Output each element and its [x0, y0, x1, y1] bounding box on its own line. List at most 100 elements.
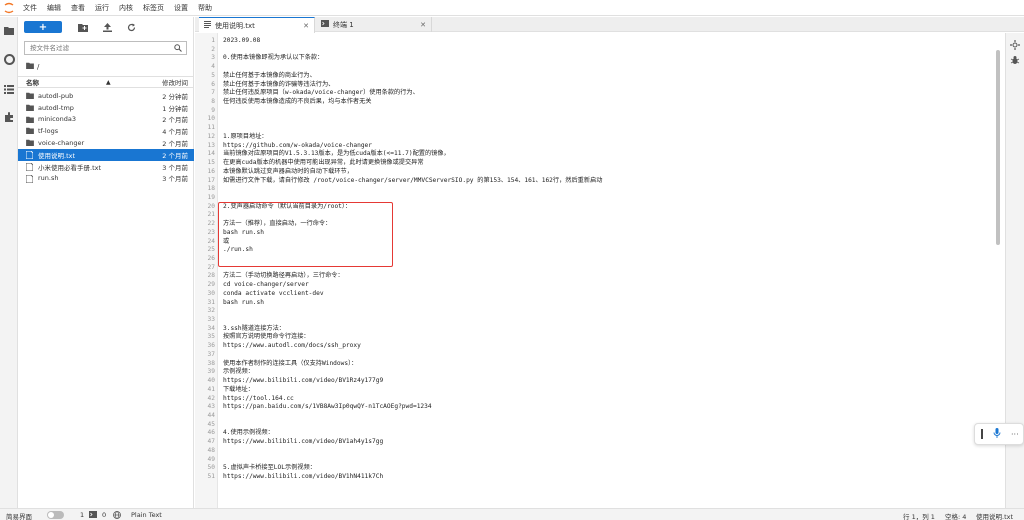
line-number: 26	[207, 255, 215, 262]
terminal-count[interactable]: 1	[80, 511, 84, 519]
sort-arrow-icon[interactable]: ▲	[106, 79, 111, 86]
tab-usage-txt[interactable]: 使用说明.txt ✕	[199, 17, 315, 33]
file-row-miniconda3[interactable]: miniconda3 2 个月前	[18, 114, 194, 126]
refresh-icon[interactable]	[124, 21, 138, 33]
editor-line[interactable]: 7 禁止任何违反原项目（w-okada/voice-changer）使用条款的行为…	[195, 89, 975, 98]
editor-line[interactable]: 17 如需进行文件下载，请自行修改 /root/voice-changer/ser…	[195, 177, 975, 186]
folder-icon[interactable]	[3, 24, 15, 36]
editor-line[interactable]: 51 https://www.bilibili.com/video/BV1hN41…	[195, 473, 975, 482]
editor-line[interactable]: 6 禁止任何基于本镜像的诈骗等违法行为、	[195, 81, 975, 90]
editor-line[interactable]: 29 cd voice-changer/server	[195, 281, 975, 290]
simple-mode-toggle[interactable]	[47, 511, 64, 519]
editor-scrollbar[interactable]	[996, 50, 1000, 245]
file-row-usage-txt[interactable]: 使用说明.txt 2 个月前	[18, 148, 194, 161]
editor-line[interactable]: 37	[195, 351, 975, 360]
editor-line[interactable]: 28 方法二（手动切换路径再启动），三行命令：	[195, 272, 975, 281]
editor-line[interactable]: 38 使用本作者制作的连接工具（仅支持Windows）：	[195, 360, 975, 369]
editor-line[interactable]: 9	[195, 107, 975, 116]
menu-tabs[interactable]: 标签页	[138, 0, 169, 16]
editor-line[interactable]: 1 2023.09.08	[195, 37, 975, 46]
editor-line[interactable]: 30 conda activate vcclient-dev	[195, 290, 975, 299]
menubar: 文件 编辑 查看 运行 内核 标签页 设置 帮助	[0, 0, 1024, 16]
editor-line[interactable]: 31 bash run.sh	[195, 299, 975, 308]
file-row-manual-txt[interactable]: 小米使用必看手册.txt 3 个月前	[18, 161, 194, 173]
kernel-count[interactable]: 0	[102, 511, 106, 519]
editor-line[interactable]: 5 禁止任何基于本镜像的商业行为、	[195, 72, 975, 81]
file-filter-input[interactable]	[30, 42, 170, 54]
file-row-run-sh[interactable]: run.sh 3 个月前	[18, 173, 194, 185]
editor-line[interactable]: 34 3.ssh隧道连接方法：	[195, 325, 975, 334]
editor-line[interactable]: 33	[195, 316, 975, 325]
microphone-icon[interactable]	[993, 428, 1001, 440]
breadcrumb[interactable]: /	[26, 62, 39, 71]
tab-terminal-1[interactable]: 终端 1 ✕	[316, 17, 432, 32]
line-number: 33	[207, 316, 215, 324]
editor-line[interactable]: 43 https://pan.baidu.com/s/1VB8Aw3Ip0qwQY…	[195, 403, 975, 412]
property-inspector-icon[interactable]	[1010, 40, 1020, 52]
file-filter-field[interactable]	[24, 41, 187, 55]
globe-icon[interactable]	[113, 511, 121, 520]
editor-line[interactable]: 32	[195, 307, 975, 316]
editor-line[interactable]: 47 https://www.bilibili.com/video/BV1ah4y…	[195, 438, 975, 447]
menu-run[interactable]: 运行	[90, 0, 114, 16]
editor-line[interactable]: 3 0.使用本镜像即视为承认以下条款：	[195, 54, 975, 63]
file-row-autodl-pub[interactable]: autodl-pub 2 分钟前	[18, 90, 194, 102]
editor-line[interactable]: 46 4.使用示例视频：	[195, 429, 975, 438]
editor-line[interactable]: 8 任何违反使用本镜像造成的不良后果，均与本作者无关	[195, 98, 975, 107]
extension-icon[interactable]	[3, 111, 15, 123]
editor-line[interactable]: 14 当前镜像对应原项目的V1.5.3.13版本，是为低cuda版本(<=11.7…	[195, 150, 975, 159]
editor-line[interactable]: 40 https://www.bilibili.com/video/BV1Rz4y…	[195, 377, 975, 386]
editor-line[interactable]: 15 在更高cuda版本的机器中使用可能出现异常，此时请更换镜像或提交异常	[195, 159, 975, 168]
menu-file[interactable]: 文件	[18, 0, 42, 16]
menu-help[interactable]: 帮助	[193, 0, 217, 16]
indent-setting[interactable]: 空格: 4	[945, 511, 966, 520]
file-row-autodl-tmp[interactable]: autodl-tmp 1 分钟前	[18, 102, 194, 114]
editor-line[interactable]: 13 https://github.com/w-okada/voice-chang…	[195, 142, 975, 151]
editor-line[interactable]: 10	[195, 115, 975, 124]
editor-line[interactable]: 49	[195, 456, 975, 465]
debugger-icon[interactable]	[1010, 55, 1020, 67]
upload-icon[interactable]	[100, 21, 114, 33]
new-folder-icon[interactable]	[76, 21, 90, 33]
editor-line[interactable]: 42 https://tool.164.cc	[195, 395, 975, 404]
menu-settings[interactable]: 设置	[169, 0, 193, 16]
editor-line[interactable]: 39 示例视频：	[195, 368, 975, 377]
breadcrumb-path[interactable]: /	[37, 63, 39, 71]
menu-view[interactable]: 查看	[66, 0, 90, 16]
menu-edit[interactable]: 编辑	[42, 0, 66, 16]
editor-line[interactable]: 36 https://www.autodl.com/docs/ssh_proxy	[195, 342, 975, 351]
editor-line[interactable]: 44	[195, 412, 975, 421]
cursor-position[interactable]: 行 1，列 1	[903, 511, 935, 520]
editor-line[interactable]: 16 本镜像默认跳过变声器启动时的自动下载环节，	[195, 168, 975, 177]
editor-line[interactable]: 4	[195, 63, 975, 72]
language-mode[interactable]: Plain Text	[131, 511, 162, 519]
editor-line[interactable]: 48	[195, 447, 975, 456]
line-text: 1.原项目地址：	[223, 132, 268, 140]
line-number: 5	[211, 71, 215, 79]
new-launcher-button[interactable]: +	[24, 21, 62, 33]
running-icon[interactable]	[3, 53, 15, 65]
editor-line[interactable]: 18	[195, 185, 975, 194]
line-text: https://pan.baidu.com/s/1VB8Aw3Ip0qwQY-n…	[223, 403, 432, 411]
file-row-tf-logs[interactable]: tf-logs 4 个月前	[18, 125, 194, 137]
close-icon[interactable]: ✕	[303, 22, 309, 30]
editor-line[interactable]: 45	[195, 421, 975, 430]
more-options-icon[interactable]: ···	[1011, 430, 1019, 439]
table-of-contents-icon[interactable]	[3, 83, 15, 95]
editor-line[interactable]: 11	[195, 124, 975, 133]
editor-line[interactable]: 12 1.原项目地址：	[195, 133, 975, 142]
line-number: 48	[207, 446, 215, 454]
file-row-voice-changer[interactable]: voice-changer 2 个月前	[18, 137, 194, 149]
line-text: https://www.autodl.com/docs/ssh_proxy	[223, 342, 361, 350]
line-text: 方法二（手动切换路径再启动），三行命令：	[223, 272, 344, 280]
editor-line[interactable]: 35 按照官方说明使用命令行连接：	[195, 333, 975, 342]
editor-line[interactable]: 50 5.虚拟声卡桥接至LOL示例视频：	[195, 464, 975, 473]
column-modified-header[interactable]: 修改时间	[162, 77, 188, 87]
column-name-header[interactable]: 名称	[26, 77, 39, 87]
text-editor[interactable]: 1 2023.09.08 2 3 0.使用本镜像即视为承认以下条款： 4 5 禁止任何基于本镜…	[195, 33, 1004, 508]
line-text: 示例视频：	[223, 368, 254, 376]
line-number: 27	[207, 263, 215, 271]
menu-kernel[interactable]: 内核	[114, 0, 138, 16]
editor-line[interactable]: 41 下载地址：	[195, 386, 975, 395]
close-icon[interactable]: ✕	[420, 21, 426, 29]
